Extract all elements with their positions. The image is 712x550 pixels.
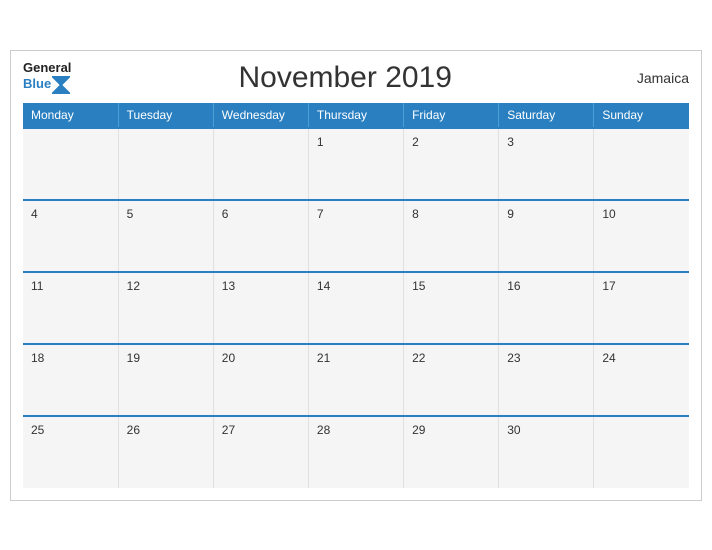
calendar-week-row: 1 2 3: [23, 128, 689, 200]
calendar-day-cell: [594, 416, 689, 488]
weekday-header-friday: Friday: [404, 103, 499, 128]
calendar-day-cell: 13: [213, 272, 308, 344]
calendar-day-cell: 9: [499, 200, 594, 272]
weekday-header-sunday: Sunday: [594, 103, 689, 128]
calendar-day-cell: 20: [213, 344, 308, 416]
calendar-day-cell: 24: [594, 344, 689, 416]
calendar-day-cell: 28: [308, 416, 403, 488]
day-number: 27: [222, 423, 235, 437]
logo-general-text: General: [23, 61, 71, 75]
day-number: 28: [317, 423, 330, 437]
calendar-day-cell: 12: [118, 272, 213, 344]
calendar-week-row: 18 19 20 21 22 23 24: [23, 344, 689, 416]
calendar-day-cell: 5: [118, 200, 213, 272]
calendar-day-cell: 1: [308, 128, 403, 200]
calendar-header-row: MondayTuesdayWednesdayThursdayFridaySatu…: [23, 103, 689, 128]
weekday-header-wednesday: Wednesday: [213, 103, 308, 128]
calendar-day-cell: [213, 128, 308, 200]
day-number: 7: [317, 207, 324, 221]
calendar-day-cell: 3: [499, 128, 594, 200]
calendar-day-cell: 14: [308, 272, 403, 344]
calendar-day-cell: 17: [594, 272, 689, 344]
calendar-day-cell: 23: [499, 344, 594, 416]
weekday-header-saturday: Saturday: [499, 103, 594, 128]
calendar-day-cell: 30: [499, 416, 594, 488]
day-number: 20: [222, 351, 235, 365]
day-number: 17: [602, 279, 615, 293]
day-number: 6: [222, 207, 229, 221]
calendar-day-cell: 4: [23, 200, 118, 272]
calendar-day-cell: 22: [404, 344, 499, 416]
calendar-day-cell: 27: [213, 416, 308, 488]
weekday-header-monday: Monday: [23, 103, 118, 128]
calendar-day-cell: 8: [404, 200, 499, 272]
calendar-body: 1234567891011121314151617181920212223242…: [23, 128, 689, 488]
day-number: 9: [507, 207, 514, 221]
calendar-week-row: 11 12 13 14 15 16 17: [23, 272, 689, 344]
weekday-header-thursday: Thursday: [308, 103, 403, 128]
day-number: 1: [317, 135, 324, 149]
day-number: 13: [222, 279, 235, 293]
day-number: 19: [127, 351, 140, 365]
day-number: 11: [31, 279, 43, 293]
country-label: Jamaica: [619, 70, 689, 86]
day-number: 25: [31, 423, 44, 437]
logo-flag-icon: [52, 76, 70, 94]
calendar-day-cell: [594, 128, 689, 200]
month-title: November 2019: [71, 61, 619, 95]
calendar-day-cell: 11: [23, 272, 118, 344]
calendar-header: General Blue November 2019 Jamaica: [23, 61, 689, 95]
day-number: 29: [412, 423, 425, 437]
calendar-day-cell: [23, 128, 118, 200]
calendar-day-cell: 29: [404, 416, 499, 488]
calendar-container: General Blue November 2019 Jamaica: [10, 50, 702, 501]
calendar-day-cell: 16: [499, 272, 594, 344]
day-number: 15: [412, 279, 425, 293]
calendar-day-cell: [118, 128, 213, 200]
calendar-day-cell: 7: [308, 200, 403, 272]
day-number: 3: [507, 135, 514, 149]
day-number: 24: [602, 351, 615, 365]
logo: General Blue: [23, 61, 71, 93]
day-number: 23: [507, 351, 520, 365]
day-number: 2: [412, 135, 419, 149]
day-number: 30: [507, 423, 520, 437]
calendar-day-cell: 6: [213, 200, 308, 272]
calendar-day-cell: 26: [118, 416, 213, 488]
day-number: 14: [317, 279, 330, 293]
day-number: 4: [31, 207, 38, 221]
calendar-day-cell: 25: [23, 416, 118, 488]
calendar-week-row: 25 26 27 28 29 30: [23, 416, 689, 488]
calendar-day-cell: 10: [594, 200, 689, 272]
day-number: 18: [31, 351, 44, 365]
calendar-day-cell: 2: [404, 128, 499, 200]
day-number: 8: [412, 207, 419, 221]
day-number: 5: [127, 207, 134, 221]
day-number: 16: [507, 279, 520, 293]
day-number: 10: [602, 207, 615, 221]
calendar-day-cell: 19: [118, 344, 213, 416]
day-number: 26: [127, 423, 140, 437]
day-number: 12: [127, 279, 140, 293]
calendar-week-row: 4 5 6 7 8 9 10: [23, 200, 689, 272]
day-number: 21: [317, 351, 330, 365]
calendar-day-cell: 15: [404, 272, 499, 344]
calendar-day-cell: 18: [23, 344, 118, 416]
weekday-header-tuesday: Tuesday: [118, 103, 213, 128]
calendar-day-cell: 21: [308, 344, 403, 416]
calendar-table: MondayTuesdayWednesdayThursdayFridaySatu…: [23, 103, 689, 488]
day-number: 22: [412, 351, 425, 365]
logo-blue-text: Blue: [23, 77, 51, 91]
